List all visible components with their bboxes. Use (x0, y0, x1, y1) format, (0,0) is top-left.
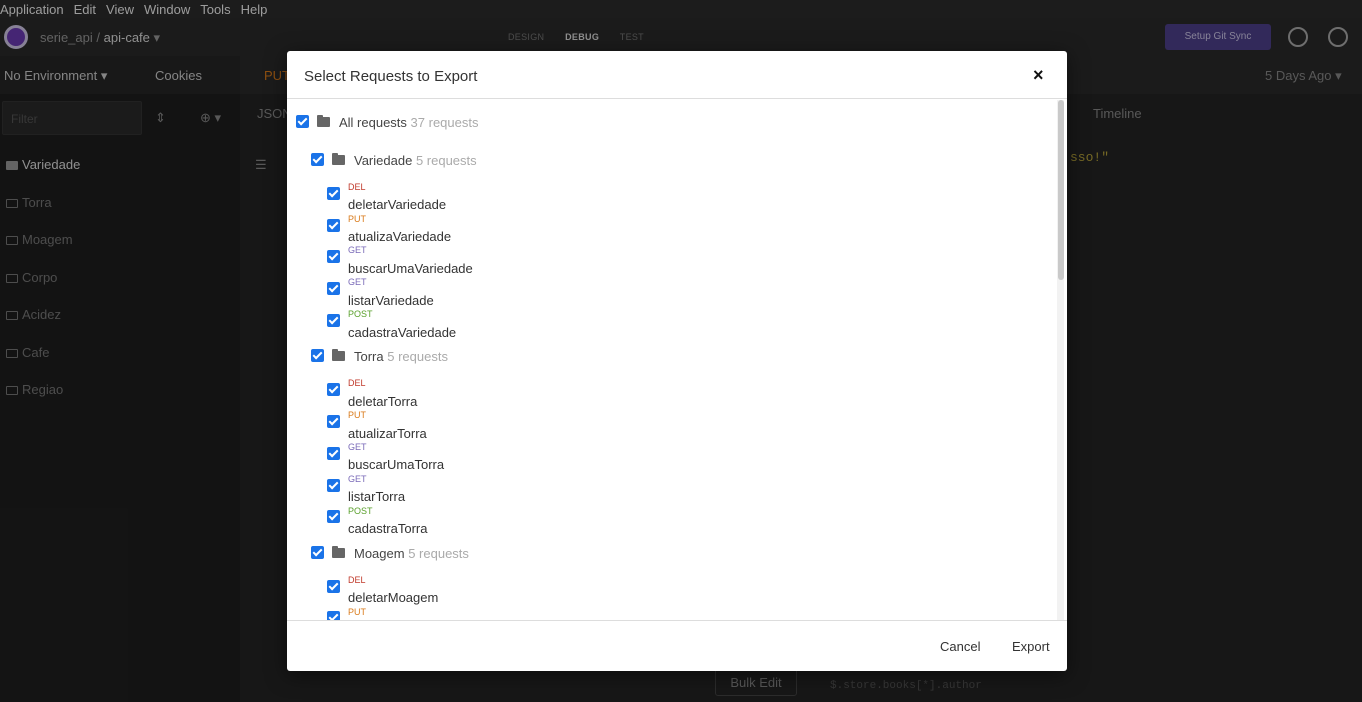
folder-open-icon (317, 115, 330, 127)
request-checkbox[interactable] (327, 187, 340, 200)
request-count: 5 requests (408, 546, 469, 561)
request-checkbox[interactable] (327, 580, 340, 593)
request-name: listarVariedade (348, 293, 434, 308)
method-badge: PUT (348, 214, 366, 224)
request-checkbox[interactable] (327, 250, 340, 263)
method-badge: PUT (348, 410, 366, 420)
scrollbar-thumb[interactable] (1058, 100, 1064, 280)
request-name: buscarUmaVariedade (348, 261, 473, 276)
request-checkbox[interactable] (327, 282, 340, 295)
method-badge: GET (348, 277, 367, 287)
request-name: buscarUmaTorra (348, 457, 445, 472)
request-checkbox[interactable] (327, 611, 340, 620)
group-label: Moagem 5 requests (354, 546, 469, 561)
group-label: Torra 5 requests (354, 349, 448, 364)
group-checkbox[interactable] (311, 349, 324, 362)
method-badge: POST (348, 506, 373, 516)
close-icon[interactable]: × (1033, 65, 1044, 86)
export-requests-dialog: Select Requests to Export × All requests… (287, 51, 1067, 671)
request-name: cadastraVariedade (348, 325, 457, 340)
method-badge: PUT (348, 607, 366, 617)
request-checkbox[interactable] (327, 383, 340, 396)
folder-open-icon (332, 153, 345, 165)
method-badge: DEL (348, 575, 366, 585)
request-count: 37 requests (410, 115, 479, 130)
request-name: atualizaVariedade (348, 229, 452, 244)
request-name: cadastraTorra (348, 521, 428, 536)
request-checkbox[interactable] (327, 447, 340, 460)
request-checkbox[interactable] (327, 219, 340, 232)
request-count: 5 requests (415, 153, 477, 168)
request-checkbox[interactable] (327, 510, 340, 523)
request-name: deletarVariedade (348, 197, 447, 212)
request-checkbox[interactable] (327, 479, 340, 492)
folder-open-icon (332, 546, 345, 558)
method-badge: GET (348, 442, 367, 452)
method-badge: DEL (348, 182, 366, 192)
method-badge: GET (348, 245, 367, 255)
all-requests-label: All requests 37 requests (339, 115, 479, 130)
dialog-header: Select Requests to Export × (287, 51, 1067, 99)
cancel-button[interactable]: Cancel (940, 639, 980, 654)
export-button[interactable]: Export (1012, 639, 1050, 654)
group-checkbox[interactable] (311, 546, 324, 559)
method-badge: POST (348, 309, 373, 319)
group-checkbox[interactable] (311, 153, 324, 166)
method-badge: GET (348, 474, 367, 484)
request-name: atualizarTorra (348, 426, 427, 441)
dialog-title: Select Requests to Export (304, 68, 478, 85)
group-label: Variedade 5 requests (354, 153, 477, 168)
request-name: deletarMoagem (348, 590, 439, 605)
folder-open-icon (332, 349, 345, 361)
all-requests-checkbox[interactable] (296, 115, 309, 128)
request-count: 5 requests (387, 349, 448, 364)
request-name: deletarTorra (348, 394, 418, 409)
request-name: listarTorra (348, 489, 406, 504)
request-tree: All requests 37 requests Variedade 5 req… (287, 100, 1067, 620)
dialog-footer: Cancel Export (287, 620, 1067, 671)
request-checkbox[interactable] (327, 314, 340, 327)
method-badge: DEL (348, 378, 366, 388)
request-checkbox[interactable] (327, 415, 340, 428)
